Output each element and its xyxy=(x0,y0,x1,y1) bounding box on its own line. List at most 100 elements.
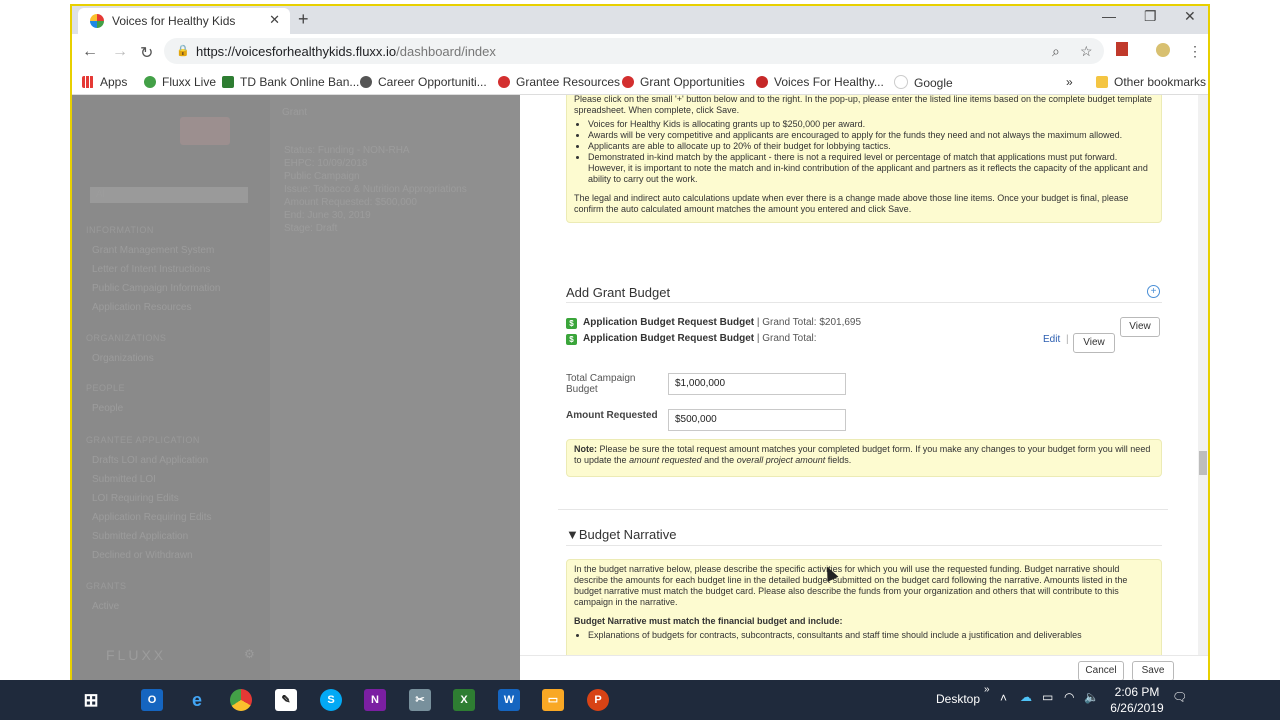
sidebar-item: Organizations xyxy=(92,353,154,364)
total-campaign-budget-input[interactable]: $1,000,000 xyxy=(668,373,846,395)
forward-icon[interactable]: → xyxy=(112,43,128,61)
back-icon[interactable]: ← xyxy=(82,43,98,61)
excel-icon[interactable]: X xyxy=(453,689,475,711)
notepad-icon[interactable]: ✎ xyxy=(275,689,297,711)
chrome-icon[interactable] xyxy=(230,689,252,711)
separator: | xyxy=(1066,334,1069,345)
wifi-icon[interactable]: ◠ xyxy=(1064,690,1074,704)
notification-icon[interactable]: 🗨 xyxy=(1172,690,1187,704)
url-text[interactable]: https://voicesforhealthykids.fluxx.io/da… xyxy=(196,44,496,59)
amount-requested-input[interactable]: $500,000 xyxy=(668,409,846,431)
internet-explorer-icon[interactable]: e xyxy=(186,689,208,711)
clock-date[interactable]: 6/26/2019 xyxy=(1106,701,1168,715)
narrative-bold: Budget Narrative must match the financia… xyxy=(574,616,843,626)
page-area: All INFORMATION Grant Management System … xyxy=(72,95,1208,686)
divider xyxy=(558,509,1168,510)
sidebar-section-header: PEOPLE xyxy=(86,383,126,393)
outlook-icon[interactable]: O xyxy=(141,689,163,711)
amount-requested-label: Amount Requested xyxy=(566,410,658,421)
close-tab-icon[interactable]: ✕ xyxy=(269,12,280,28)
battery-icon[interactable]: ▭ xyxy=(1042,690,1053,704)
grant-line: EHPC: 10/09/2018 xyxy=(284,158,368,169)
address-bar[interactable]: 🔒 https://voicesforhealthykids.fluxx.io/… xyxy=(164,38,1104,64)
new-tab-button[interactable]: + xyxy=(298,9,309,30)
clock-time[interactable]: 2:06 PM xyxy=(1112,685,1162,699)
divider xyxy=(566,545,1162,546)
budget-form: Please click on the small '+' button bel… xyxy=(520,95,1208,655)
bookmark-grant-opportunities[interactable]: Grant Opportunities xyxy=(622,75,745,89)
file-explorer-icon[interactable]: ▭ xyxy=(542,689,564,711)
fluxx-icon xyxy=(144,76,156,88)
add-grant-budget-title: Add Grant Budget xyxy=(566,285,671,300)
edit-budget-link[interactable]: Edit xyxy=(1043,334,1060,345)
note-text: fields. xyxy=(827,455,852,465)
bookmark-voices[interactable]: Voices For Healthy... xyxy=(756,75,884,89)
minimize-icon[interactable]: — xyxy=(1102,8,1116,24)
view-budget-button[interactable]: View xyxy=(1073,333,1115,353)
td-bank-icon xyxy=(222,76,234,88)
instructions-list: Voices for Healthy Kids is allocating gr… xyxy=(588,119,1154,185)
bookmark-star-icon[interactable]: ☆ xyxy=(1080,43,1093,60)
budget-total: | Grand Total: $201,695 xyxy=(756,317,862,328)
folder-icon xyxy=(1096,76,1108,88)
grant-panel-header: Grant xyxy=(282,107,308,118)
browser-tab[interactable]: Voices for Healthy Kids ✕ xyxy=(78,8,290,34)
desktop-chevron-icon[interactable]: » xyxy=(984,684,990,695)
budget-narrative-title[interactable]: ▼Budget Narrative xyxy=(566,527,676,542)
sidebar-item: Application Requiring Edits xyxy=(92,512,212,523)
dollar-icon: $ xyxy=(566,318,577,329)
sidebar-item: Grant Management System xyxy=(92,245,215,256)
tray-up-icon[interactable]: ˄ xyxy=(1000,691,1007,705)
snipping-tool-icon[interactable]: ✂ xyxy=(409,689,431,711)
instructions-lead: Please click on the small '+' button bel… xyxy=(574,95,1153,115)
grant-line: Stage: Draft xyxy=(284,223,338,234)
sidebar-section-header: INFORMATION xyxy=(86,225,154,235)
sidebar-item: Submitted LOI xyxy=(92,474,156,485)
bookmark-career[interactable]: Career Opportuniti... xyxy=(360,75,487,89)
note-emphasis: amount requested xyxy=(629,455,702,465)
bookmark-other[interactable]: Other bookmarks xyxy=(1096,75,1206,89)
desktop-toolbar-label[interactable]: Desktop xyxy=(936,692,980,706)
browser-window: Voices for Healthy Kids ✕ + — ❐ ✕ ← → ↻ … xyxy=(70,4,1210,718)
scrollbar-thumb[interactable] xyxy=(1199,451,1207,475)
sidebar-section-header: GRANTEE APPLICATION xyxy=(86,435,200,445)
more-bookmarks-chevron[interactable]: » xyxy=(1066,75,1073,89)
windows-start-icon[interactable]: ⊞ xyxy=(80,689,102,711)
bookmark-apps[interactable]: Apps xyxy=(82,75,127,89)
grant-line: Amount Requested: $500,000 xyxy=(284,197,417,208)
apps-grid-icon xyxy=(82,76,94,88)
pdf-extension-icon[interactable] xyxy=(1116,42,1128,56)
sidebar-item: Public Campaign Information xyxy=(92,283,221,294)
divider xyxy=(566,302,1162,303)
windows-taskbar: ⊞ O e ✎ S N ✂ X W ▭ P Desktop » ˄ ☁ ▭ ◠ … xyxy=(0,680,1280,720)
globe-icon xyxy=(360,76,372,88)
window-close-icon[interactable]: ✕ xyxy=(1184,8,1196,25)
browser-toolbar: ← → ↻ 🔒 https://voicesforhealthykids.flu… xyxy=(72,34,1208,70)
add-budget-icon[interactable]: + xyxy=(1147,285,1160,298)
bookmark-fluxx-live[interactable]: Fluxx Live xyxy=(144,75,216,89)
bookmark-td-bank[interactable]: TD Bank Online Ban... xyxy=(222,75,359,89)
instruction-item: Applicants are able to allocate up to 20… xyxy=(588,141,1154,152)
bookmark-grantee-resources[interactable]: Grantee Resources xyxy=(498,75,620,89)
volume-icon[interactable]: 🔈 xyxy=(1084,690,1099,704)
view-budget-button[interactable]: View xyxy=(1120,317,1160,337)
reload-icon[interactable]: ↻ xyxy=(140,43,153,63)
note-label: Note: xyxy=(574,444,597,454)
onedrive-icon[interactable]: ☁ xyxy=(1020,690,1032,704)
skype-icon[interactable]: S xyxy=(320,689,342,711)
restore-icon[interactable]: ❐ xyxy=(1144,8,1157,25)
narrative-item: Explanations of budgets for contracts, s… xyxy=(588,630,1154,641)
powerpoint-icon[interactable]: P xyxy=(587,689,609,711)
zoom-icon[interactable]: ⌕ xyxy=(1052,43,1060,60)
onenote-icon[interactable]: N xyxy=(364,689,386,711)
save-button[interactable]: Save xyxy=(1132,661,1174,681)
bookmark-google[interactable]: Google xyxy=(894,75,953,90)
google-icon xyxy=(894,75,908,89)
sidebar: All INFORMATION Grant Management System … xyxy=(72,95,270,685)
cancel-button[interactable]: Cancel xyxy=(1078,661,1124,681)
form-scrollbar[interactable] xyxy=(1198,95,1208,655)
menu-icon[interactable]: ⋮ xyxy=(1188,43,1202,60)
profile-avatar-icon[interactable] xyxy=(1156,43,1170,57)
word-icon[interactable]: W xyxy=(498,689,520,711)
instruction-item: Awards will be very competitive and appl… xyxy=(588,130,1154,141)
